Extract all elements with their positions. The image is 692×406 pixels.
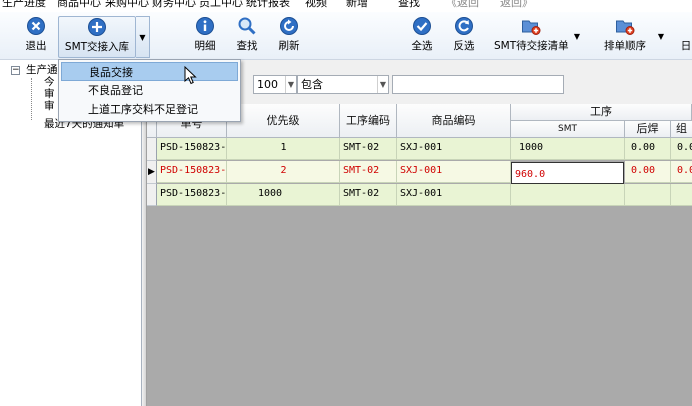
menu-item-shortage-register[interactable]: 上道工序交料不足登记 [61,100,238,119]
menu-purchase-center[interactable]: 采购中心 [105,0,149,10]
chevron-down-icon: ▼ [285,76,296,93]
column-group-header-process: 工序 [511,104,692,121]
invert-selection-button[interactable]: 反选 [448,16,480,58]
search-icon [238,17,256,35]
menu-employee-center[interactable]: 员工中心 [199,0,243,10]
toolbar: 退出 SMT交接入库 ▼ 明细 查找 刷新 全选 反选 SMT待交接清单 ▼ 排… [0,12,692,60]
smt-inbound-dropdown-arrow[interactable]: ▼ [136,16,150,58]
cell-priority[interactable]: 1 [227,138,340,160]
row-header[interactable] [147,184,157,206]
column-header-product-code[interactable]: 商品编码 [397,104,511,138]
smt-pending-list-button[interactable]: SMT待交接清单 [494,16,569,58]
cell-post-weld[interactable]: 0.00 [625,161,671,183]
smt-inbound-button[interactable]: SMT交接入库 [58,16,136,58]
cell-next[interactable] [671,184,692,206]
chevron-down-icon: ▼ [377,76,388,93]
tree-connector-line [31,78,32,120]
folder-add-icon [616,20,635,35]
add-icon [88,18,106,36]
menu-find[interactable]: 查找 [398,0,420,10]
menu-production-progress[interactable]: 生产进度 [2,0,46,10]
cell-post-weld[interactable] [625,184,671,206]
menu-finance-center[interactable]: 财务中心 [152,0,196,10]
tree-node-1[interactable]: 今 [44,76,55,88]
menu-product-center[interactable]: 商品中心 [57,0,101,10]
menu-item-defect-register[interactable]: 不良品登记 [61,81,238,100]
invert-icon [455,17,473,35]
cell-order-no[interactable]: PSD-150823-00 [157,161,227,183]
folder-add-icon [522,20,541,35]
truncated-toolbar-button[interactable]: 日 [680,16,692,58]
cell-priority[interactable]: 1000 [227,184,340,206]
select-all-button[interactable]: 全选 [406,16,438,58]
cell-order-no[interactable]: PSD-150823-00 [157,138,227,160]
column-header-smt[interactable]: SMT [511,121,625,138]
smt-inbound-dropdown-menu: 良品交接 不良品登记 上道工序交料不足登记 [58,59,241,122]
menu-video[interactable]: 视频 [305,0,327,10]
cell-smt-editor[interactable]: 960.0 [511,162,624,184]
exit-icon [27,17,45,35]
cell-priority[interactable]: 2 [227,161,340,183]
cell-process-code[interactable]: SMT-02 [340,138,397,160]
current-row-arrow-icon[interactable]: ▶ [147,161,157,184]
cell-smt[interactable]: 1000 [511,138,625,160]
cell-post-weld[interactable]: 0.00 [625,138,671,160]
cell-product-code[interactable]: SXJ-001 [397,138,511,160]
cell-next[interactable]: 0.0 [671,138,692,160]
tree-node-2[interactable]: 审 [44,88,55,100]
cell-order-no[interactable]: PSD-150823-00 [157,184,227,206]
menu-reports[interactable]: 统计报表 [246,0,290,10]
menu-forward[interactable]: 返回》 [500,0,533,10]
tree-node-root[interactable]: 生产通 [26,64,58,76]
find-button[interactable]: 查找 [232,16,262,58]
cell-product-code[interactable]: SXJ-001 [397,184,511,206]
menu-back[interactable]: 《返回 [446,0,479,10]
column-header-post-weld[interactable]: 后焊 [625,121,671,138]
smt-pending-dropdown-arrow[interactable]: ▼ [570,16,584,58]
check-circle-icon [413,17,431,35]
menu-bar: 生产进度 商品中心 采购中心 财务中心 员工中心 统计报表 视频 新增 查找 《… [0,0,692,12]
row-count-select[interactable]: 100 ▼ [253,75,297,94]
row-header[interactable] [147,138,157,161]
match-mode-select[interactable]: 包含 ▼ [297,75,389,94]
sort-order-button[interactable]: 排单顺序 [600,16,650,58]
tree-expander-icon[interactable]: − [11,66,20,75]
column-header-next[interactable]: 组 [671,121,692,138]
data-grid: 单号 优先级 工序编码 商品编码 工序 SMT 后焊 组 PSD-150823-… [147,104,692,406]
keyword-input[interactable] [392,75,564,94]
cell-process-code[interactable]: SMT-02 [340,161,397,183]
exit-button[interactable]: 退出 [16,16,56,58]
cell-smt[interactable] [511,184,625,206]
cell-next[interactable]: 0.0 [671,161,692,183]
cell-process-code[interactable]: SMT-02 [340,184,397,206]
refresh-icon [280,17,298,35]
menu-item-good-handover[interactable]: 良品交接 [61,62,238,81]
sort-order-dropdown-arrow[interactable]: ▼ [654,16,668,58]
tree-node-3[interactable]: 审 [44,100,55,112]
menu-new[interactable]: 新增 [346,0,368,10]
cell-product-code[interactable]: SXJ-001 [397,161,511,183]
detail-button[interactable]: 明细 [190,16,220,58]
info-icon [196,17,214,35]
column-header-priority[interactable]: 优先级 [227,104,340,138]
refresh-button[interactable]: 刷新 [274,16,304,58]
mouse-cursor-icon [184,66,197,85]
column-header-process-code[interactable]: 工序编码 [340,104,397,138]
